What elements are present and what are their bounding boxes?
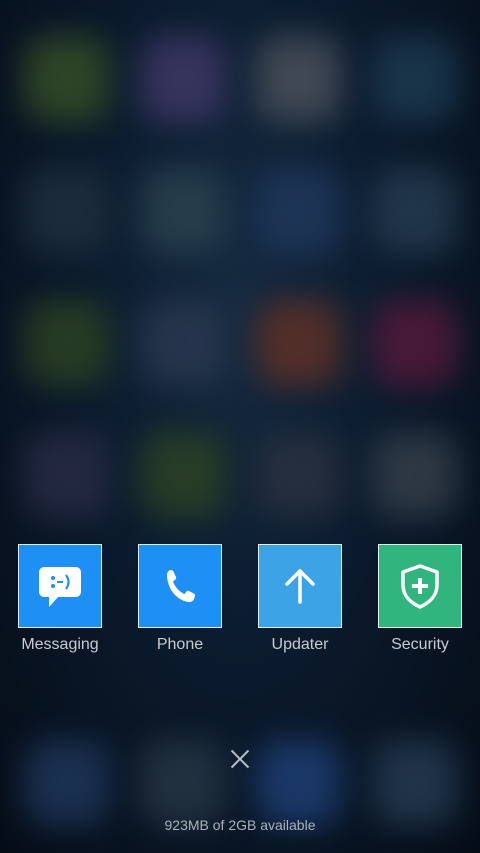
recent-apps-list: Messaging Phone Updater Security bbox=[0, 544, 480, 664]
recent-app-label: Messaging bbox=[21, 636, 99, 653]
close-icon[interactable] bbox=[225, 744, 255, 774]
recent-app-label: Updater bbox=[271, 636, 329, 653]
recent-app-security[interactable]: Security bbox=[377, 544, 463, 654]
recent-app-tile[interactable] bbox=[138, 544, 222, 628]
recent-app-tile[interactable] bbox=[378, 544, 462, 628]
recent-app-tile[interactable] bbox=[18, 544, 102, 628]
blurred-home-background bbox=[0, 0, 480, 853]
shield-plus-icon bbox=[401, 564, 439, 609]
recent-app-messaging[interactable]: Messaging bbox=[17, 544, 103, 654]
background-dim-overlay bbox=[0, 0, 480, 853]
message-bubble-icon bbox=[39, 567, 81, 607]
recent-app-label: Phone bbox=[156, 636, 204, 653]
recent-app-label: Security bbox=[391, 636, 449, 653]
recent-app-tile[interactable] bbox=[258, 544, 342, 628]
recent-app-updater[interactable]: Updater bbox=[257, 544, 343, 654]
arrow-up-icon bbox=[285, 569, 315, 604]
memory-status: 923MB of 2GB available bbox=[164, 817, 316, 833]
phone-icon bbox=[167, 570, 196, 603]
recent-app-phone[interactable]: Phone bbox=[137, 544, 223, 654]
